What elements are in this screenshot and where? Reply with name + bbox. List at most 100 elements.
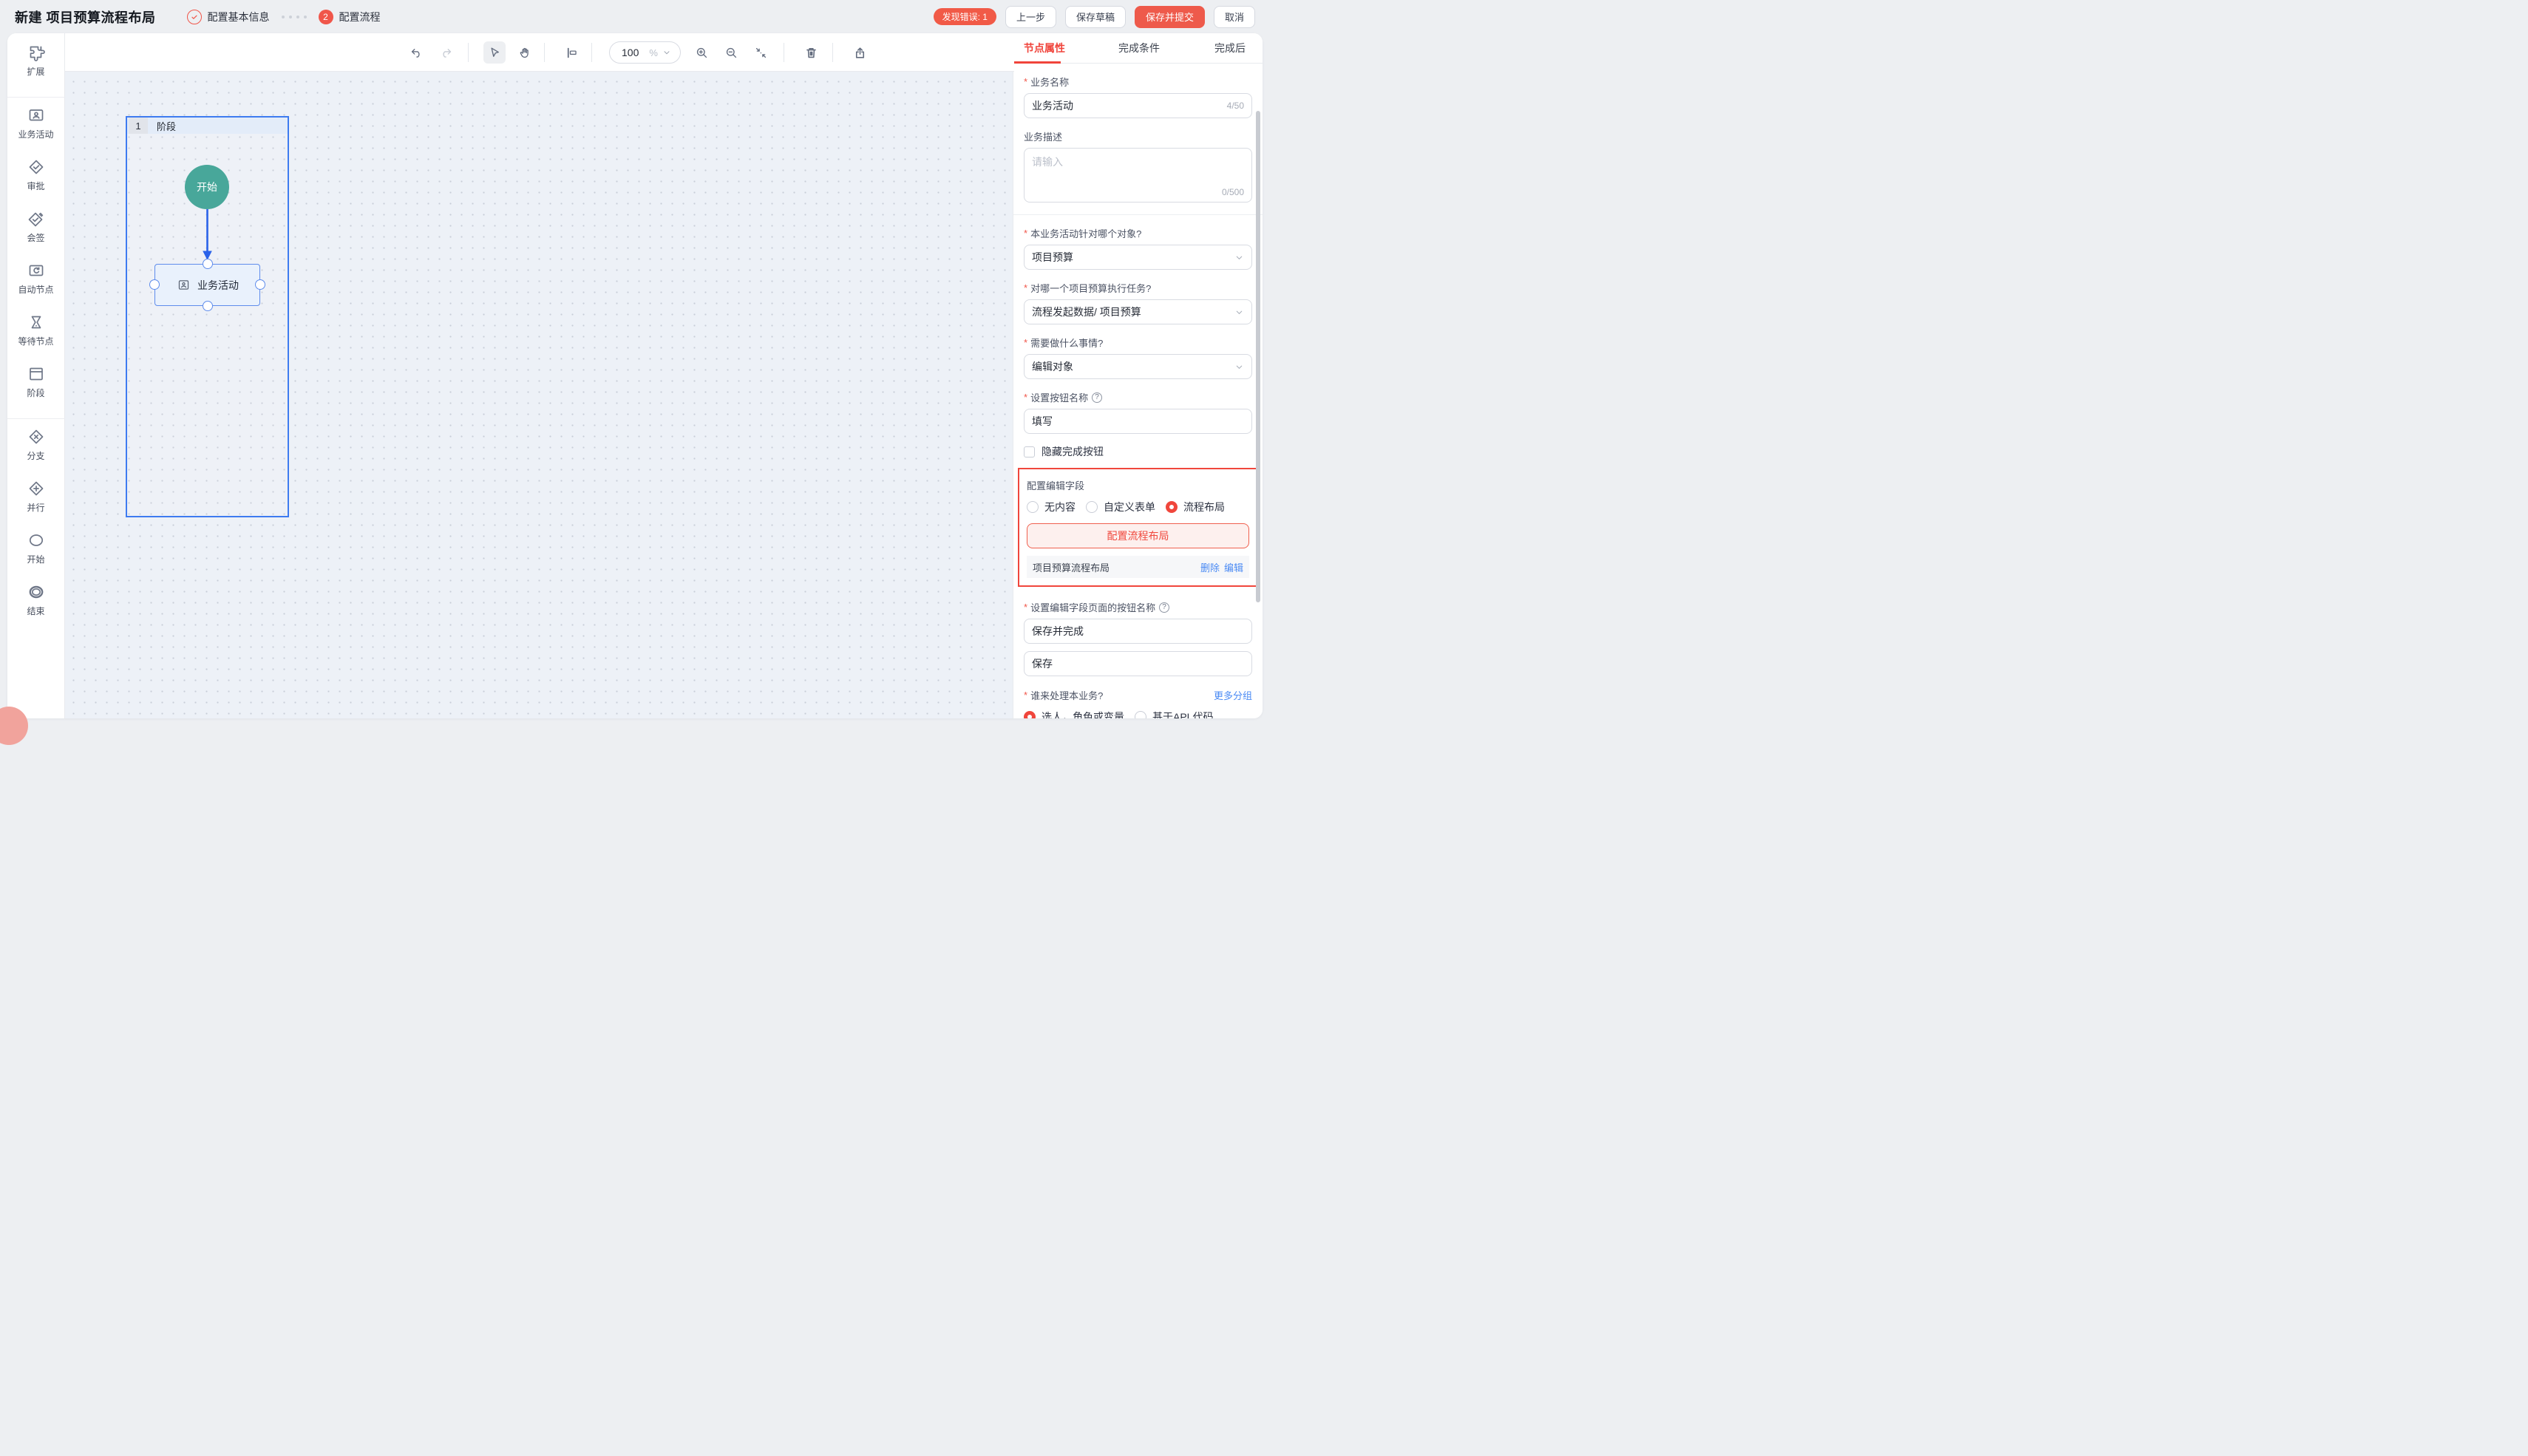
radio-apl-code[interactable] bbox=[1135, 711, 1146, 718]
align-button[interactable] bbox=[560, 41, 582, 64]
target-object-select[interactable]: 项目预算 bbox=[1024, 245, 1252, 270]
error-count-badge[interactable]: 发现错误: 1 bbox=[934, 8, 996, 25]
radio-custom-form[interactable] bbox=[1086, 501, 1098, 513]
step-configure-flow[interactable]: 2 配置流程 bbox=[319, 10, 381, 24]
radio-label: 自定义表单 bbox=[1104, 500, 1155, 514]
hide-complete-checkbox[interactable] bbox=[1024, 446, 1035, 457]
palette-item-extension[interactable]: 扩展 bbox=[7, 44, 64, 89]
business-desc-label: 业务描述 bbox=[1024, 129, 1252, 143]
node-port-top[interactable] bbox=[203, 259, 213, 269]
palette-item-end[interactable]: 结束 bbox=[7, 583, 64, 629]
palette-item-stage[interactable]: 阶段 bbox=[7, 365, 64, 411]
action-type-label: 需要做什么事情? bbox=[1024, 336, 1252, 350]
palette-item-business-activity[interactable]: 业务活动 bbox=[7, 106, 64, 152]
diamond-check-icon bbox=[27, 158, 45, 176]
zoom-in-button[interactable] bbox=[690, 41, 713, 64]
palette-item-parallel[interactable]: 并行 bbox=[7, 480, 64, 525]
pan-tool-button[interactable] bbox=[513, 41, 535, 64]
person-card-icon bbox=[27, 106, 45, 124]
save-input[interactable]: 保存 bbox=[1024, 651, 1252, 676]
delete-button[interactable] bbox=[800, 41, 822, 64]
business-desc-textarea[interactable]: 请输入 0/500 bbox=[1024, 148, 1252, 203]
redo-button[interactable] bbox=[435, 41, 457, 64]
palette-item-start[interactable]: 开始 bbox=[7, 531, 64, 577]
toolbar-divider bbox=[832, 43, 833, 62]
panel-scrollbar[interactable] bbox=[1256, 111, 1260, 602]
radio-select-person[interactable] bbox=[1024, 711, 1036, 718]
puzzle-icon bbox=[27, 44, 45, 61]
node-port-left[interactable] bbox=[149, 279, 160, 290]
button-name-input[interactable]: 填写 bbox=[1024, 409, 1252, 434]
chevron-down-icon bbox=[662, 48, 671, 57]
toolbar-divider bbox=[591, 43, 592, 62]
delete-link[interactable]: 删除 bbox=[1200, 560, 1220, 574]
save-draft-button[interactable]: 保存草稿 bbox=[1065, 6, 1126, 28]
radio-no-content[interactable] bbox=[1027, 501, 1039, 513]
undo-icon bbox=[410, 46, 424, 60]
zoom-level-control[interactable]: 100 % bbox=[609, 41, 681, 64]
tab-node-properties[interactable]: 节点属性 bbox=[1024, 41, 1065, 55]
collapse-arrows-icon bbox=[754, 46, 768, 60]
step-basic-info[interactable]: 配置基本信息 bbox=[187, 10, 270, 24]
fit-view-button[interactable] bbox=[750, 41, 772, 64]
layout-item-row: 项目预算流程布局 删除 编辑 bbox=[1027, 556, 1249, 578]
edit-link[interactable]: 编辑 bbox=[1224, 560, 1243, 574]
start-circle-icon bbox=[27, 531, 45, 549]
tab-after-completion[interactable]: 完成后 bbox=[1214, 41, 1246, 55]
palette-item-auto-node[interactable]: 自动节点 bbox=[7, 262, 64, 307]
business-name-input[interactable]: 业务活动 4/50 bbox=[1024, 93, 1252, 118]
palette-item-wait-node[interactable]: 等待节点 bbox=[7, 313, 64, 359]
help-icon[interactable] bbox=[1092, 392, 1102, 403]
button-name-value: 填写 bbox=[1032, 414, 1053, 429]
configure-flow-layout-button[interactable]: 配置流程布局 bbox=[1027, 523, 1249, 548]
save-submit-button[interactable]: 保存并提交 bbox=[1135, 6, 1205, 28]
more-groups-link[interactable]: 更多分组 bbox=[1214, 688, 1252, 702]
start-node[interactable]: 开始 bbox=[185, 165, 229, 209]
export-button[interactable] bbox=[849, 41, 871, 64]
node-palette-sidebar: 扩展 业务活动 审批 会签 自动节点 等待节点 阶段 分支 bbox=[7, 33, 65, 718]
target-object-label: 本业务活动针对哪个对象? bbox=[1024, 226, 1252, 240]
panel-body: 业务名称 业务活动 4/50 业务描述 请输入 0/500 本业务活动针对哪个对… bbox=[1013, 64, 1263, 718]
business-activity-node[interactable]: 业务活动 bbox=[154, 264, 260, 306]
handler-options: 选人，角色或变量 基于APL代码 bbox=[1024, 710, 1252, 718]
stage-header[interactable]: 1 阶段 bbox=[127, 118, 288, 134]
tab-completion-condition[interactable]: 完成条件 bbox=[1118, 41, 1160, 55]
task-target-select[interactable]: 流程发起数据/ 项目预算 bbox=[1024, 299, 1252, 324]
flow-canvas[interactable]: 1 阶段 开始 业务活动 bbox=[65, 72, 1013, 718]
panel-tabs: 节点属性 完成条件 完成后 bbox=[1013, 33, 1263, 64]
properties-panel: 节点属性 完成条件 完成后 业务名称 业务活动 4/50 业务描述 请输入 0/… bbox=[1013, 33, 1263, 718]
trash-icon bbox=[804, 46, 818, 60]
palette-item-countersign[interactable]: 会签 bbox=[7, 210, 64, 256]
node-port-bottom[interactable] bbox=[203, 301, 213, 311]
cancel-button[interactable]: 取消 bbox=[1214, 6, 1255, 28]
save-complete-input[interactable]: 保存并完成 bbox=[1024, 619, 1252, 644]
palette-item-approval[interactable]: 审批 bbox=[7, 158, 64, 204]
node-label: 业务活动 bbox=[197, 278, 239, 293]
diamond-x-icon bbox=[27, 428, 45, 446]
node-port-right[interactable] bbox=[255, 279, 265, 290]
hide-complete-row: 隐藏完成按钮 bbox=[1024, 444, 1252, 459]
zoom-in-icon bbox=[695, 46, 709, 60]
page-title: 新建 项目预算流程布局 bbox=[15, 7, 156, 27]
toolbar-divider bbox=[468, 43, 469, 62]
previous-step-button[interactable]: 上一步 bbox=[1005, 6, 1056, 28]
step-separator-dots bbox=[282, 16, 307, 18]
help-icon[interactable] bbox=[1159, 602, 1169, 613]
select-tool-button[interactable] bbox=[483, 41, 506, 64]
undo-button[interactable] bbox=[405, 41, 427, 64]
palette-label: 自动节点 bbox=[18, 283, 53, 296]
business-name-label: 业务名称 bbox=[1024, 75, 1252, 89]
palette-item-branch[interactable]: 分支 bbox=[7, 428, 64, 474]
radio-flow-layout[interactable] bbox=[1166, 501, 1178, 513]
auto-node-icon bbox=[27, 262, 45, 279]
hand-icon bbox=[517, 46, 531, 60]
zoom-value: 100 bbox=[622, 47, 639, 58]
header-bar: 新建 项目预算流程布局 配置基本信息 2 配置流程 发现错误: 1 上一步 保存… bbox=[0, 0, 1264, 33]
business-name-value: 业务活动 bbox=[1032, 98, 1073, 113]
person-card-icon bbox=[176, 279, 191, 291]
zoom-out-button[interactable] bbox=[720, 41, 742, 64]
action-type-select[interactable]: 编辑对象 bbox=[1024, 354, 1252, 379]
error-highlight-section: 配置编辑字段 无内容 自定义表单 流程布局 配置流程布局 项目预算流程布局 删除… bbox=[1018, 468, 1258, 587]
app-surface: 扩展 业务活动 审批 会签 自动节点 等待节点 阶段 分支 bbox=[7, 33, 1263, 718]
edit-fields-options: 无内容 自定义表单 流程布局 bbox=[1027, 500, 1249, 514]
